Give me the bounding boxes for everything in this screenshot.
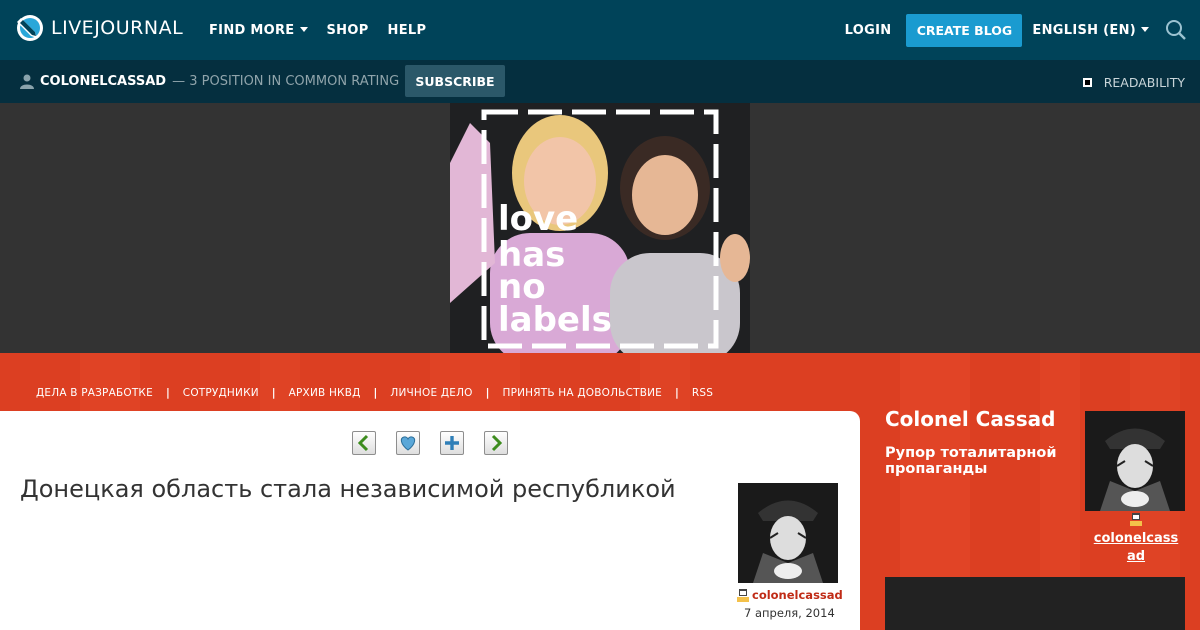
sidebar-avatar-image [1085,411,1185,511]
menu-item-add-friend[interactable]: ПРИНЯТЬ НА ДОВОЛЬСТВИЕ [502,387,662,399]
post-author-name: colonelcassad [752,588,843,602]
post-container: Донецкая область стала независимой респу… [0,411,860,630]
readability-label: READABILITY [1103,75,1185,90]
menu-separator: | [485,387,490,399]
menu-separator: | [373,387,378,399]
search-icon[interactable] [1165,19,1187,41]
banner-image: love has no labels [450,103,750,353]
journal-description: Рупор тоталитарной пропаганды [885,445,1057,477]
prev-entry-button[interactable] [352,431,376,455]
sidebar-username-line2: ad [1126,549,1146,564]
logo-text: LIVEJOURNAL [51,17,184,39]
post-title: Донецкая область стала независимой респу… [20,475,676,503]
add-button[interactable] [440,431,464,455]
journal-title[interactable]: Colonel Cassad [885,407,1055,431]
livejournal-logo[interactable]: LIVEJOURNAL [16,14,183,42]
language-selector[interactable]: ENGLISH (EN) [1032,23,1149,38]
post-author[interactable]: colonelcassad [737,588,843,602]
header-actions: LOGIN CREATE BLOG ENGLISH (EN) [845,0,1200,60]
post-date: 7 апреля, 2014 [744,606,835,620]
chevron-down-icon [1141,26,1149,32]
add-icon [445,436,459,450]
journal-username[interactable]: COLONELCASSAD [40,74,166,89]
nav-find-more[interactable]: FIND MORE [209,23,308,38]
menu-item-profile[interactable]: ЛИЧНОЕ ДЕЛО [390,387,472,399]
login-link[interactable]: LOGIN [845,23,892,38]
menu-item-in-development[interactable]: ДЕЛА В РАЗРАБОТКЕ [36,387,153,399]
menu-item-rss[interactable]: RSS [692,387,713,399]
sidebar-widget [885,577,1185,630]
user-icon [20,74,34,89]
subscribe-button[interactable]: SUBSCRIBE [405,65,505,97]
nav-help[interactable]: HELP [388,23,427,38]
menu-item-archive[interactable]: АРХИВ НКВД [289,387,361,399]
banner-text-line-1: love [498,199,578,239]
next-entry-icon [491,434,503,452]
menu-separator: | [675,387,679,399]
rating-text: — 3 POSITION IN COMMON RATING [172,74,400,89]
memories-button[interactable] [396,431,420,455]
nav-find-more-label: FIND MORE [209,22,295,38]
journal-menu: ДЕЛА В РАЗРАБОТКЕ | СОТРУДНИКИ | АРХИВ Н… [36,387,713,399]
nav-shop[interactable]: SHOP [327,23,369,38]
sidebar-avatar[interactable] [1085,411,1185,511]
avatar-image [738,483,838,583]
journal-info-bar: COLONELCASSAD — 3 POSITION IN COMMON RAT… [0,60,1200,103]
chevron-down-icon [299,26,308,32]
livejournal-logo-icon [17,15,43,41]
readability-toggle[interactable]: READABILITY [1082,75,1185,90]
banner-photo-graphic: love has no labels [450,103,750,353]
user-journal-icon [737,588,749,602]
sidebar-username[interactable]: colonelcass ad [1088,512,1184,566]
main-nav: FIND MORE SHOP HELP [209,0,426,60]
top-navigation-bar: LIVEJOURNAL FIND MORE SHOP HELP LOGIN CR… [0,0,1200,60]
menu-separator: | [165,387,170,399]
menu-item-staff[interactable]: СОТРУДНИКИ [183,387,259,399]
user-journal-icon [1130,513,1142,526]
heart-icon [400,436,416,451]
banner-text-line-4: labels [498,300,612,340]
language-label: ENGLISH (EN) [1032,22,1136,38]
menu-separator: | [271,387,276,399]
next-entry-button[interactable] [484,431,508,455]
author-avatar[interactable] [738,483,838,583]
sidebar-username-line1: colonelcass [1093,531,1179,546]
journal-user: COLONELCASSAD — 3 POSITION IN COMMON RAT… [20,74,399,89]
create-blog-button[interactable]: CREATE BLOG [906,13,1023,47]
prev-entry-icon [357,434,369,452]
readability-checkbox[interactable] [1082,78,1092,87]
